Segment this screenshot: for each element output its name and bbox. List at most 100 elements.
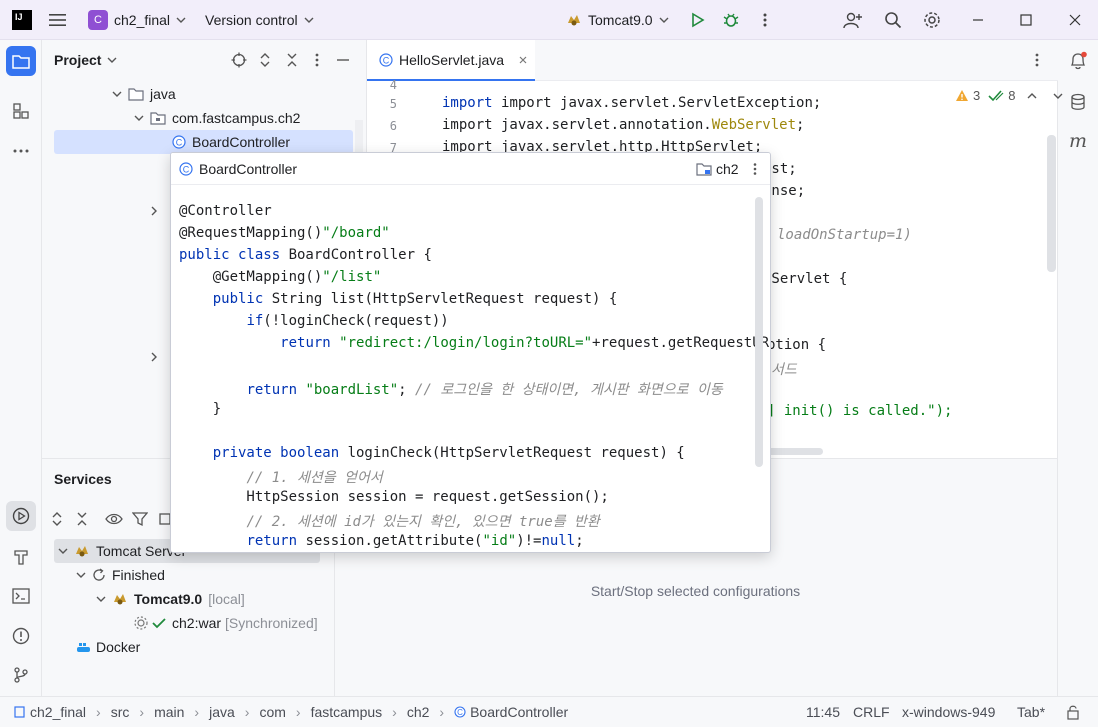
notifications-button[interactable]: [1063, 46, 1093, 76]
popup-code-line[interactable]: return session.getAttribute("id")!=null;: [179, 533, 584, 549]
editor-vertical-scrollbar[interactable]: [1047, 135, 1056, 272]
more-tools-button[interactable]: [6, 136, 36, 166]
terminal-tool-button[interactable]: [6, 581, 36, 611]
popup-code-line[interactable]: @Controller: [179, 203, 272, 219]
service-item-label: Tomcat9.0: [134, 591, 203, 607]
build-tool-button[interactable]: [6, 542, 36, 572]
close-window-button[interactable]: [1061, 6, 1089, 34]
tree-item-boardcontroller[interactable]: C BoardController: [54, 130, 353, 154]
services-placeholder-text: Start/Stop selected configurations: [590, 583, 801, 599]
maximize-window-button[interactable]: [1012, 6, 1040, 34]
breadcrumb-separator-icon: ›: [439, 704, 445, 720]
popup-code-line[interactable]: HttpSession session = request.getSession…: [179, 489, 608, 505]
run-config-selector[interactable]: Tomcat9.0: [566, 0, 669, 40]
popup-scrollbar[interactable]: [755, 197, 763, 467]
breadcrumb-item[interactable]: BoardController: [470, 704, 568, 720]
indent-setting[interactable]: Tab*: [1017, 704, 1045, 720]
tab-helloservlet[interactable]: C HelloServlet.java: [367, 40, 535, 81]
popup-code-line[interactable]: private boolean loginCheck(HttpServletRe…: [179, 445, 685, 461]
collapse-all-button[interactable]: [285, 52, 299, 68]
code-line[interactable]: import javax.servlet.annotation.WebServl…: [442, 117, 804, 133]
close-tab-icon[interactable]: [518, 55, 528, 65]
chevron-down-icon[interactable]: [1053, 92, 1063, 100]
chevron-down-icon: [96, 596, 106, 602]
breadcrumb-item[interactable]: ch2: [407, 704, 430, 720]
breadcrumb-item[interactable]: fastcampus: [311, 704, 383, 720]
tree-expander[interactable]: [150, 206, 158, 216]
inspection-widget[interactable]: 3 8: [955, 88, 1063, 103]
popup-code-line[interactable]: // 1. 세션을 얻어서: [179, 467, 383, 487]
code-text: ;: [575, 533, 584, 549]
artifact-gear-icon: [134, 616, 148, 630]
service-item-tomcat9[interactable]: Tomcat9.0 [local]: [96, 587, 245, 611]
editor-horizontal-scrollbar[interactable]: [767, 448, 823, 455]
expand-all-button[interactable]: [50, 511, 64, 527]
app-logo[interactable]: IJ: [12, 0, 32, 40]
module-folder-icon: [696, 163, 712, 176]
tree-item-package[interactable]: com.fastcampus.ch2: [134, 106, 300, 130]
editor-tab-options-button[interactable]: [1035, 52, 1039, 68]
popup-code-line[interactable]: @GetMapping()"/list": [179, 269, 382, 285]
services-tool-button[interactable]: [6, 501, 36, 531]
breadcrumb-item[interactable]: com: [259, 704, 285, 720]
service-item-finished[interactable]: Finished: [76, 563, 165, 587]
tree-expander[interactable]: [150, 352, 158, 362]
hide-panel-button[interactable]: [336, 52, 350, 68]
breadcrumb-separator-icon: ›: [244, 704, 250, 720]
popup-code-line[interactable]: // 2. 세션에 id가 있는지 확인, 있으면 true를 반환: [179, 511, 599, 531]
project-tool-button[interactable]: [6, 46, 36, 76]
tree-item-java[interactable]: java: [112, 82, 176, 106]
expand-all-button[interactable]: [258, 52, 272, 68]
popup-title-group: C BoardController: [179, 161, 297, 177]
main-menu-button[interactable]: [48, 0, 68, 40]
git-tool-button[interactable]: [6, 660, 36, 690]
popup-module-link[interactable]: ch2: [696, 161, 739, 177]
structure-tool-button[interactable]: [6, 96, 36, 126]
panel-options-button[interactable]: [315, 52, 319, 68]
breadcrumb-item[interactable]: ch2_final: [30, 704, 86, 720]
popup-options-button[interactable]: [753, 162, 757, 176]
popup-code-line[interactable]: @RequestMapping()"/board": [179, 225, 390, 241]
popup-code-line[interactable]: if(!loginCheck(request)): [179, 313, 448, 329]
database-button[interactable]: [1063, 87, 1093, 117]
add-user-button[interactable]: [839, 6, 867, 34]
file-encoding[interactable]: x-windows-949: [902, 704, 995, 720]
project-switcher[interactable]: C ch2_final: [88, 0, 186, 40]
service-item-ch2-war[interactable]: ch2:war [Synchronized]: [134, 611, 318, 635]
problems-tool-button[interactable]: [6, 621, 36, 651]
more-actions-button[interactable]: [751, 6, 779, 34]
service-item-docker[interactable]: Docker: [76, 635, 140, 659]
breadcrumb-item[interactable]: src: [111, 704, 130, 720]
locate-file-button[interactable]: [231, 52, 247, 68]
title-bar: IJ C ch2_final Version control Tomcat9.0: [0, 0, 1098, 40]
code-comment: // 1. 세션을 얻어서: [246, 470, 383, 486]
popup-code-line[interactable]: }: [179, 401, 221, 417]
breadcrumb-separator-icon: ›: [295, 704, 301, 720]
breadcrumb-item[interactable]: main: [154, 704, 184, 720]
settings-button[interactable]: [918, 6, 946, 34]
code-text: }: [179, 401, 222, 417]
run-icon: [692, 12, 705, 28]
project-panel-header[interactable]: Project: [54, 52, 117, 68]
code-line[interactable]: import import javax.servlet.ServletExcep…: [442, 95, 821, 111]
breadcrumb-item[interactable]: java: [209, 704, 235, 720]
minimize-window-button[interactable]: [964, 6, 992, 34]
popup-code-line[interactable]: public String list(HttpServletRequest re…: [179, 291, 618, 307]
warning-icon: [956, 90, 968, 101]
popup-code-line[interactable]: public class BoardController {: [179, 247, 432, 263]
filter-icon: [132, 512, 148, 527]
search-button[interactable]: [879, 6, 907, 34]
line-separator[interactable]: CRLF: [853, 704, 890, 720]
version-control-menu[interactable]: Version control: [205, 0, 314, 40]
cursor-position[interactable]: 11:45: [806, 704, 840, 720]
maven-button[interactable]: m: [1063, 126, 1093, 156]
popup-code-line[interactable]: return "boardList"; // 로그인을 한 상태이면, 게시판 …: [179, 379, 722, 399]
readonly-toggle[interactable]: [1066, 704, 1080, 720]
run-button[interactable]: [683, 6, 711, 34]
popup-code-line[interactable]: return "redirect:/login/login?toURL="+re…: [179, 335, 770, 351]
view-options-button[interactable]: [105, 511, 123, 527]
chevron-up-icon[interactable]: [1027, 92, 1037, 100]
debug-button[interactable]: [717, 6, 745, 34]
filter-button[interactable]: [132, 511, 148, 527]
collapse-all-button[interactable]: [75, 511, 89, 527]
